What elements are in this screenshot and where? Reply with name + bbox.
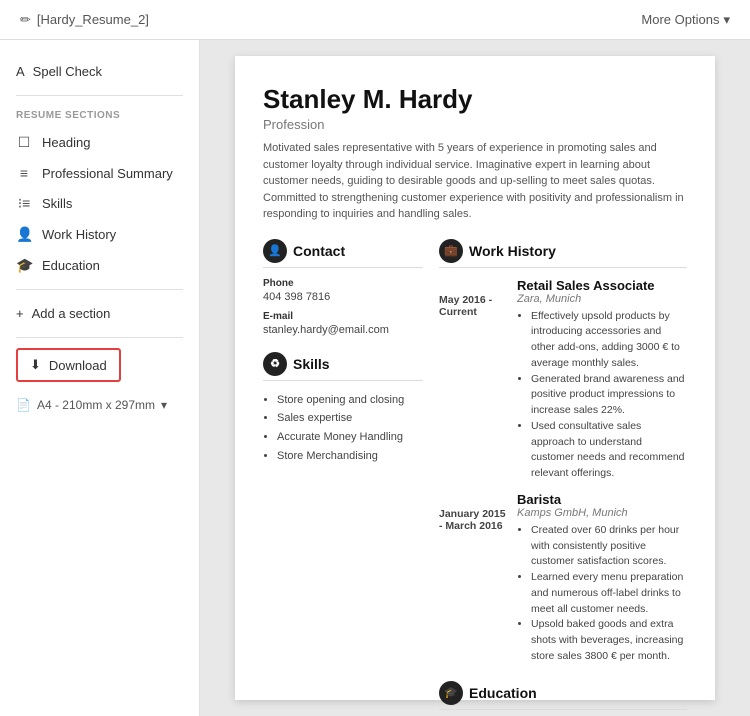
page-size-selector[interactable]: 📄 A4 - 210mm x 297mm ▾ <box>0 392 199 418</box>
resume-body: 👤 Contact Phone 404 398 7816 E-mail stan… <box>263 239 687 716</box>
work-entry-2-date: January 2015 - March 2016 <box>439 492 509 665</box>
page-icon: 📄 <box>16 398 31 412</box>
contact-section-heading: 👤 Contact <box>263 239 423 268</box>
phone-label: Phone <box>263 278 423 289</box>
resume-sections-label: RESUME SECTIONS <box>0 100 199 127</box>
work-entry-2-title: Barista <box>517 492 687 507</box>
sidebar: A Spell Check RESUME SECTIONS ☐ Heading … <box>0 40 200 716</box>
education-heading-label: Education <box>469 685 537 701</box>
work-entry-1-details: Retail Sales Associate Zara, Munich Effe… <box>517 278 687 482</box>
work-entry-1-bullets: Effectively upsold products by introduci… <box>517 309 687 482</box>
work-history-section-icon: 💼 <box>439 239 463 263</box>
heading-icon: ☐ <box>16 134 32 151</box>
sidebar-item-work-history[interactable]: 👤 Work History <box>0 219 199 250</box>
resume-paper: Stanley M. Hardy Profession Motivated sa… <box>235 56 715 700</box>
professional-summary-icon: ≡ <box>16 165 32 181</box>
content-area: Stanley M. Hardy Profession Motivated sa… <box>200 40 750 716</box>
work-entry-1-date: May 2016 - Current <box>439 278 509 482</box>
work-history-heading-label: Work History <box>469 243 556 259</box>
list-item: Store opening and closing <box>277 391 423 410</box>
list-item: Used consultative sales approach to unde… <box>531 419 687 482</box>
skills-heading-label: Skills <box>293 356 330 372</box>
download-button[interactable]: ⬇ Download <box>16 348 121 382</box>
work-entry-2-company: Kamps GmbH, Munich <box>517 507 687 519</box>
more-options-label: More Options <box>641 12 719 27</box>
professional-summary-label: Professional Summary <box>42 166 173 181</box>
download-label: Download <box>49 358 107 373</box>
work-history-section-heading: 💼 Work History <box>439 239 687 268</box>
sidebar-item-skills[interactable]: ⁝≡ Skills <box>0 188 199 219</box>
resume-right-col: 💼 Work History May 2016 - Current Retail… <box>439 239 687 716</box>
list-item: Learned every menu preparation and numer… <box>531 570 687 617</box>
chevron-down-icon: ▾ <box>723 12 730 28</box>
page-size-label: A4 - 210mm x 297mm <box>37 398 155 412</box>
sidebar-item-spell-check[interactable]: A Spell Check <box>0 56 199 91</box>
list-item: Store Merchandising <box>277 447 423 466</box>
work-entry-2-details: Barista Kamps GmbH, Munich Created over … <box>517 492 687 665</box>
add-section-button[interactable]: + Add a section <box>0 298 199 329</box>
education-section: 🎓 Education B. Sc.: Business Administrat… <box>439 681 687 716</box>
list-item: Generated brand awareness and positive p… <box>531 372 687 419</box>
spell-check-icon: A <box>16 64 25 79</box>
skills-icon: ⁝≡ <box>16 195 32 212</box>
work-entry-2-bullets: Created over 60 drinks per hour with con… <box>517 523 687 665</box>
resume-summary: Motivated sales representative with 5 ye… <box>263 140 687 223</box>
work-entry-1: May 2016 - Current Retail Sales Associat… <box>439 278 687 482</box>
pencil-icon: ✏ <box>20 12 31 28</box>
list-item: Accurate Money Handling <box>277 428 423 447</box>
education-section-icon: 🎓 <box>439 681 463 705</box>
resume-left-col: 👤 Contact Phone 404 398 7816 E-mail stan… <box>263 239 423 716</box>
sidebar-item-professional-summary[interactable]: ≡ Professional Summary <box>0 158 199 188</box>
education-icon: 🎓 <box>16 257 32 274</box>
list-item: Effectively upsold products by introduci… <box>531 309 687 372</box>
work-history-icon: 👤 <box>16 226 32 243</box>
contact-heading-label: Contact <box>293 243 345 259</box>
download-icon: ⬇ <box>30 357 41 373</box>
work-entry-1-title: Retail Sales Associate <box>517 278 687 293</box>
email-label: E-mail <box>263 311 423 322</box>
education-section-heading: 🎓 Education <box>439 681 687 710</box>
heading-label: Heading <box>42 135 90 150</box>
divider <box>16 95 183 96</box>
page-size-chevron-icon: ▾ <box>161 398 167 412</box>
list-item: Created over 60 drinks per hour with con… <box>531 523 687 570</box>
add-section-label: Add a section <box>32 306 111 321</box>
divider-2 <box>16 289 183 290</box>
skills-list: Store opening and closing Sales expertis… <box>263 391 423 466</box>
list-item: Sales expertise <box>277 409 423 428</box>
skills-section-icon: ♻ <box>263 352 287 376</box>
work-history-label: Work History <box>42 227 116 242</box>
sidebar-item-heading[interactable]: ☐ Heading <box>0 127 199 158</box>
top-bar: ✏ [Hardy_Resume_2] More Options ▾ <box>0 0 750 40</box>
plus-icon: + <box>16 306 24 321</box>
phone-value: 404 398 7816 <box>263 291 423 303</box>
document-title[interactable]: ✏ [Hardy_Resume_2] <box>20 12 149 28</box>
spell-check-label: Spell Check <box>33 64 102 79</box>
work-entry-2: January 2015 - March 2016 Barista Kamps … <box>439 492 687 665</box>
resume-name: Stanley M. Hardy <box>263 84 687 115</box>
work-entry-1-company: Zara, Munich <box>517 293 687 305</box>
list-item: Upsold baked goods and extra shots with … <box>531 617 687 664</box>
skills-section-heading: ♻ Skills <box>263 352 423 381</box>
education-label: Education <box>42 258 100 273</box>
divider-3 <box>16 337 183 338</box>
main-layout: A Spell Check RESUME SECTIONS ☐ Heading … <box>0 40 750 716</box>
email-value: stanley.hardy@email.com <box>263 324 423 336</box>
title-text: [Hardy_Resume_2] <box>37 12 149 27</box>
skills-label: Skills <box>42 196 72 211</box>
resume-profession: Profession <box>263 117 687 132</box>
contact-icon: 👤 <box>263 239 287 263</box>
more-options-button[interactable]: More Options ▾ <box>641 12 730 28</box>
sidebar-item-education[interactable]: 🎓 Education <box>0 250 199 281</box>
